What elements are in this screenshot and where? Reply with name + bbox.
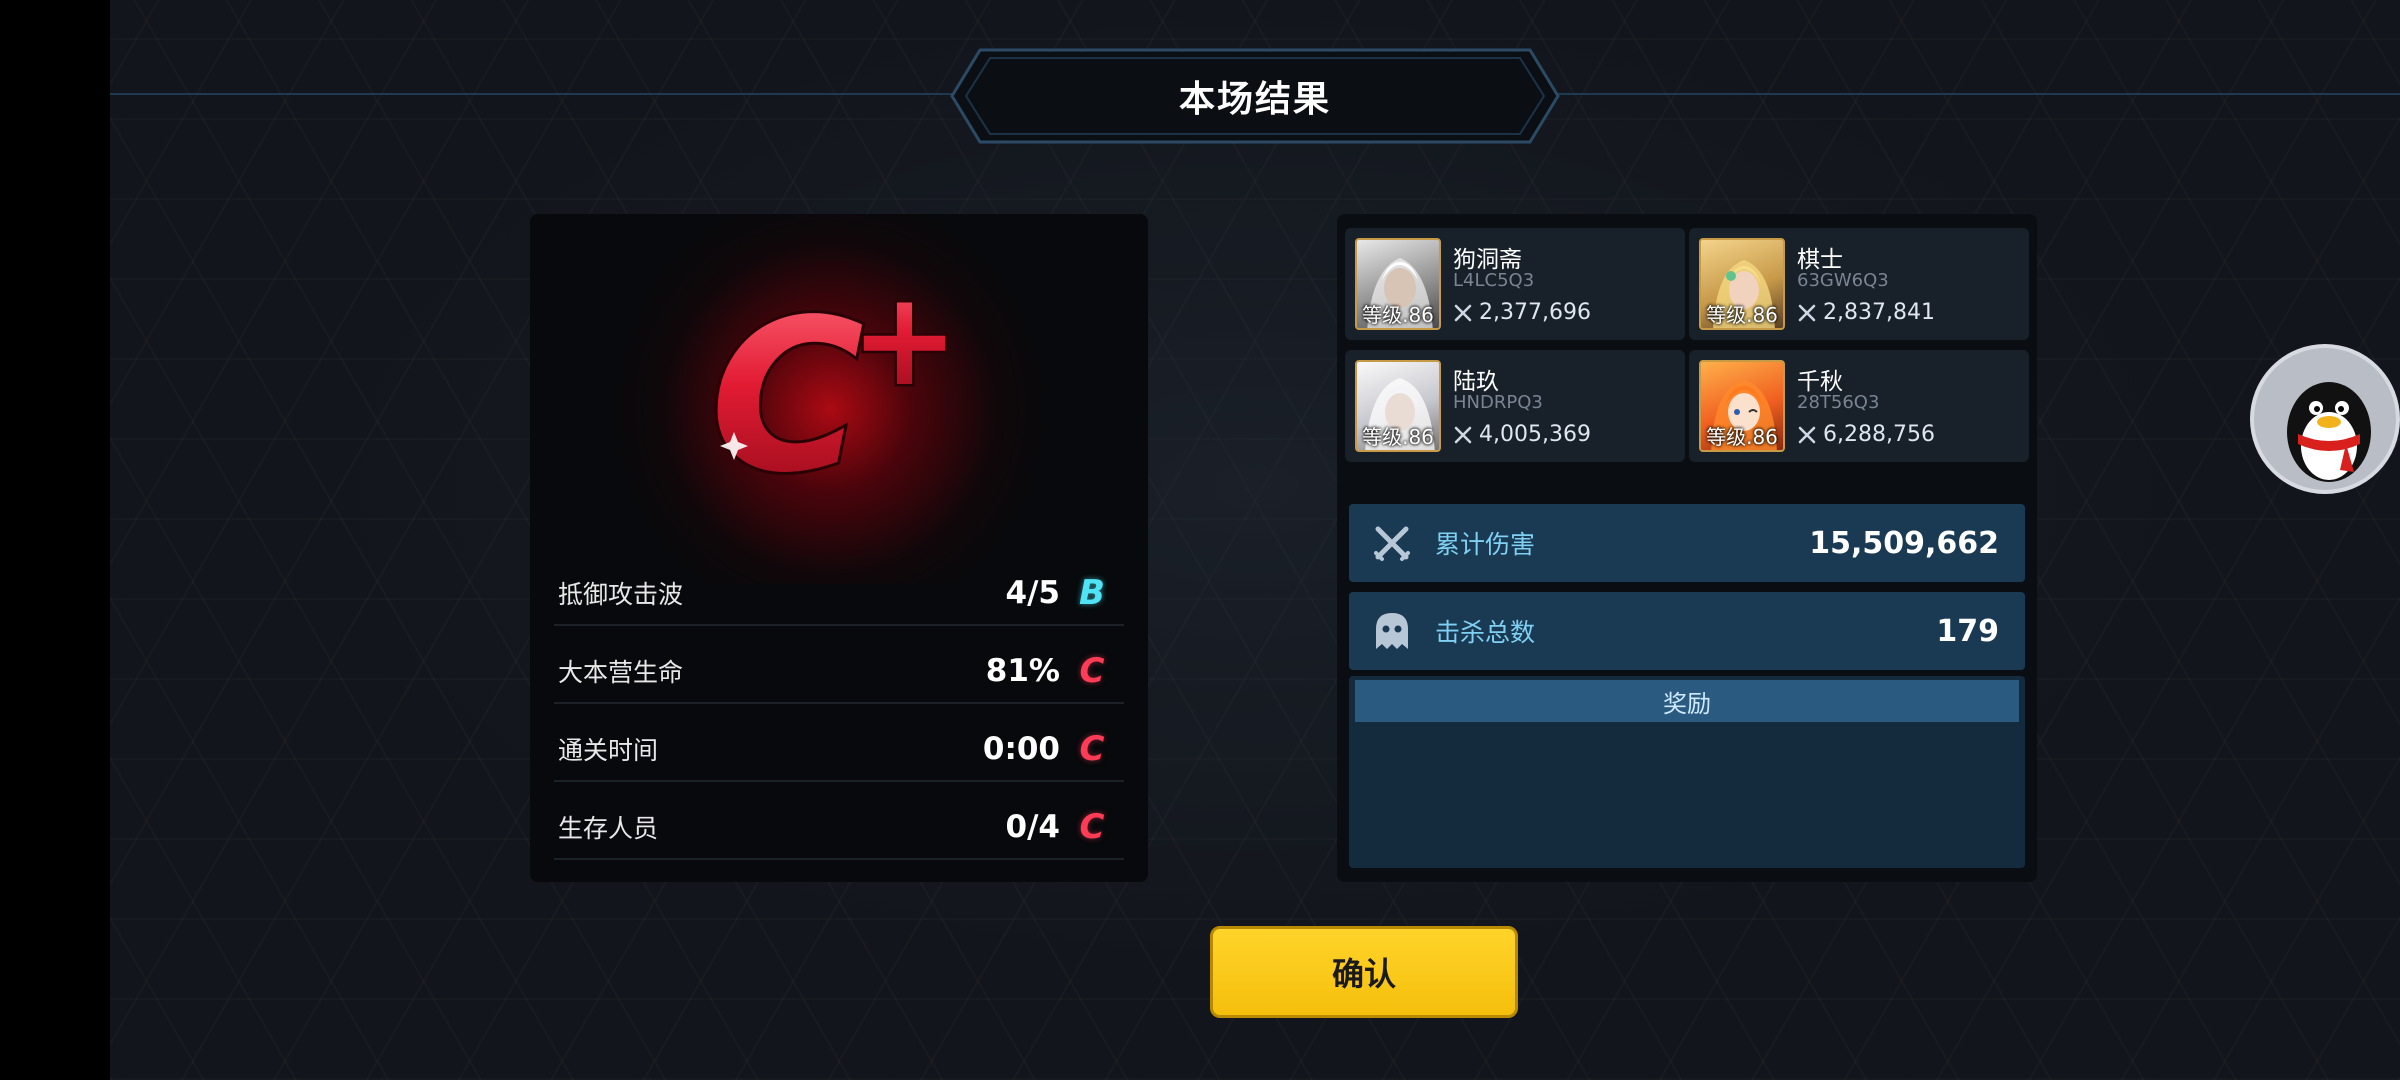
stat-row-waves: 抵御攻击波 4/5 B [554,562,1124,626]
power-value: 4,005,369 [1479,422,1591,447]
player-name: 千秋 [1797,369,1843,395]
reward-title: 奖励 [1355,680,2019,722]
stat-label: 生存人员 [558,814,659,843]
grade-glow: C + [530,214,1148,584]
grade-letter: C [710,274,864,494]
player-id: L4LC5Q3 [1453,270,1535,291]
total-damage-label: 累计伤害 [1435,530,1536,559]
crossed-swords-icon [1349,523,1435,563]
header-plate: 本场结果 [950,48,1560,144]
player-name: 狗洞斋 [1453,247,1522,273]
stat-rank: C [1079,729,1105,769]
crossed-swords-icon [1798,304,1816,321]
grade-badge-icon: C + [707,274,961,494]
stat-label: 大本营生命 [558,658,684,687]
screen-edge-bar [0,0,110,1080]
ghost-icon [1349,611,1435,651]
total-kills-value: 179 [1936,613,1999,649]
stat-label: 抵御攻击波 [558,580,684,609]
player-card[interactable]: 等级.86 陆玖 HNDRPQ3 4,005,369 [1345,350,1685,462]
player-id: 28T56Q3 [1797,392,1880,413]
stat-value: 0/4 [1005,809,1060,845]
stat-rank: C [1079,651,1105,691]
team-panel: 等级.86 狗洞斋 L4LC5Q3 2,377,696 等级.86 棋士 63G… [1337,214,2037,882]
stat-rank: C [1079,807,1105,847]
crossed-swords-icon [1454,304,1472,321]
result-screen: 本场结果 C + 抵御攻击波 4/5 B 大本营生命 81% C 通关时间 0:… [110,0,2400,1080]
crossed-swords-icon [1454,426,1472,443]
power-value: 6,288,756 [1823,422,1935,447]
player-id: HNDRPQ3 [1453,392,1543,413]
level-label: 等级.86 [1706,303,1778,327]
stat-label: 通关时间 [558,736,659,765]
player-power: 2,377,696 [1453,300,1591,325]
page-title: 本场结果 [1178,79,1331,120]
level-label: 等级.86 [1706,425,1778,449]
player-power: 6,288,756 [1797,422,1935,447]
stat-row-survivors: 生存人员 0/4 C [554,796,1124,860]
stat-value: 81% [985,653,1060,689]
player-card[interactable]: 等级.86 千秋 28T56Q3 6,288,756 [1689,350,2029,462]
avatar: 等级.86 [1355,360,1441,452]
stat-value: 4/5 [1005,575,1060,611]
avatar: 等级.86 [1699,360,1785,452]
total-damage-value: 15,509,662 [1809,525,1999,561]
grade-modifier: + [850,274,959,415]
power-value: 2,377,696 [1479,300,1591,325]
player-name: 棋士 [1797,247,1843,273]
power-value: 2,837,841 [1823,300,1935,325]
avatar: 等级.86 [1699,238,1785,330]
player-id: 63GW6Q3 [1797,270,1889,291]
avatar: 等级.86 [1355,238,1441,330]
total-damage-row: 累计伤害 15,509,662 [1349,504,2025,582]
player-power: 2,837,841 [1797,300,1935,325]
level-label: 等级.86 [1362,303,1434,327]
total-kills-row: 击杀总数 179 [1349,592,2025,670]
player-power: 4,005,369 [1453,422,1591,447]
level-label: 等级.86 [1362,425,1434,449]
stat-rank: B [1079,573,1105,613]
confirm-button[interactable]: 确认 [1210,926,1518,1018]
stat-row-clear-time: 通关时间 0:00 C [554,718,1124,782]
qq-float-button[interactable] [2250,344,2400,494]
crossed-swords-icon [1798,426,1816,443]
total-kills-label: 击杀总数 [1435,618,1536,647]
reward-box: 奖励 [1349,676,2025,868]
player-card[interactable]: 等级.86 棋士 63GW6Q3 2,837,841 [1689,228,2029,340]
stat-value: 0:00 [982,731,1060,767]
player-name: 陆玖 [1453,369,1499,395]
grade-panel: C + 抵御攻击波 4/5 B 大本营生命 81% C 通关时间 0:00 C … [530,214,1148,882]
player-card[interactable]: 等级.86 狗洞斋 L4LC5Q3 2,377,696 [1345,228,1685,340]
stat-row-base-hp: 大本营生命 81% C [554,640,1124,704]
